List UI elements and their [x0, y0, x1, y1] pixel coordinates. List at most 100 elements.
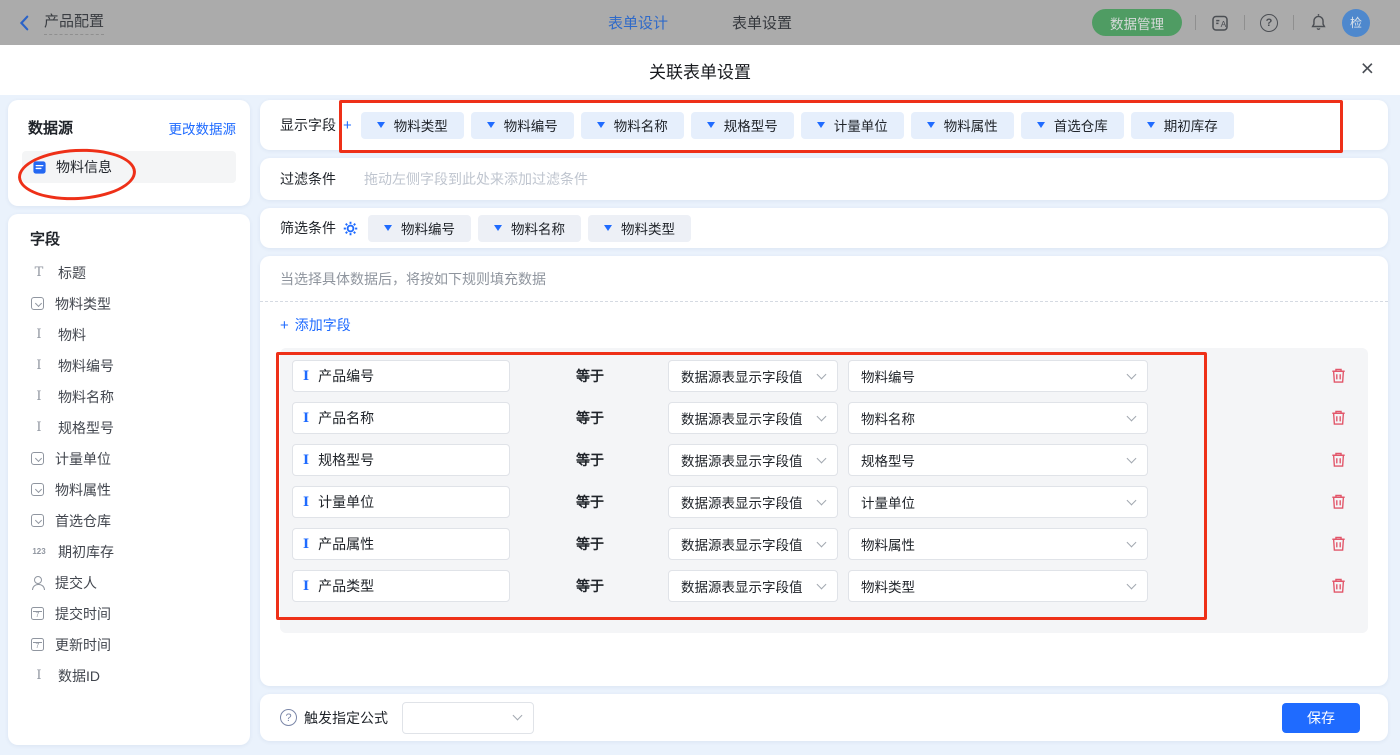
rule-row: 计量单位 等于 数据源表显示字段值 计量单位: [292, 486, 1356, 518]
field-item[interactable]: 数据ID: [8, 660, 250, 691]
field-item[interactable]: 更新时间: [8, 629, 250, 660]
dropdown-triangle-icon: [377, 122, 385, 128]
source-field-select[interactable]: 物料名称: [848, 402, 1148, 434]
field-item[interactable]: 物料属性: [8, 474, 250, 505]
display-field-chip[interactable]: 计量单位: [801, 112, 904, 139]
chevron-down-icon: [817, 537, 827, 547]
display-field-chip[interactable]: 物料名称: [581, 112, 684, 139]
select-icon: [31, 297, 44, 310]
source-field-value: 物料类型: [861, 576, 915, 596]
source-field-select[interactable]: 物料属性: [848, 528, 1148, 560]
trash-icon[interactable]: [1330, 493, 1348, 511]
trash-icon[interactable]: [1330, 451, 1348, 469]
chevron-down-icon: [1127, 453, 1137, 463]
trash-icon[interactable]: [1330, 367, 1348, 385]
close-icon[interactable]: ×: [1361, 57, 1374, 80]
screening-chip[interactable]: 物料类型: [588, 215, 691, 242]
source-type-select[interactable]: 数据源表显示字段值: [668, 444, 838, 476]
screening-chip[interactable]: 物料名称: [478, 215, 581, 242]
field-item[interactable]: 提交时间: [8, 598, 250, 629]
source-type-select[interactable]: 数据源表显示字段值: [668, 528, 838, 560]
display-fields-card: 显示字段 物料类型 物料编号 物料名称 规格型号 计量单位 物料属性: [260, 100, 1388, 150]
field-item[interactable]: 计量单位: [8, 443, 250, 474]
display-field-chip[interactable]: 规格型号: [691, 112, 794, 139]
field-item[interactable]: 提交人: [8, 567, 250, 598]
field-item[interactable]: 物料: [8, 319, 250, 350]
field-item[interactable]: 标题: [8, 257, 250, 288]
field-item-label: 物料编号: [58, 356, 114, 376]
display-field-chip[interactable]: 物料属性: [911, 112, 1014, 139]
display-field-chip[interactable]: 物料编号: [471, 112, 574, 139]
target-field-box[interactable]: 计量单位: [292, 486, 510, 518]
avatar[interactable]: 检: [1342, 9, 1370, 37]
field-item[interactable]: 规格型号: [8, 412, 250, 443]
formula-label: 触发指定公式: [304, 708, 388, 728]
screening-chip[interactable]: 物料编号: [368, 215, 471, 242]
select-icon: [31, 483, 44, 496]
chip-label: 期初库存: [1164, 115, 1218, 135]
target-field-box[interactable]: 产品名称: [292, 402, 510, 434]
settings-gear-icon[interactable]: [343, 221, 358, 236]
target-field-box[interactable]: 产品属性: [292, 528, 510, 560]
rule-row: 产品属性 等于 数据源表显示字段值 物料属性: [292, 528, 1356, 560]
page-title: 产品配置: [44, 10, 104, 35]
save-button[interactable]: 保存: [1282, 703, 1360, 733]
text-icon: [31, 668, 47, 683]
source-type-select[interactable]: 数据源表显示字段值: [668, 570, 838, 602]
dropdown-triangle-icon: [927, 122, 935, 128]
field-item[interactable]: 期初库存: [8, 536, 250, 567]
source-field-select[interactable]: 物料编号: [848, 360, 1148, 392]
target-field-box[interactable]: 产品类型: [292, 570, 510, 602]
source-type-select[interactable]: 数据源表显示字段值: [668, 360, 838, 392]
tab-form-settings[interactable]: 表单设置: [732, 12, 792, 33]
bell-icon[interactable]: [1307, 12, 1329, 34]
source-type-value: 数据源表显示字段值: [681, 450, 803, 470]
trash-icon[interactable]: [1330, 409, 1348, 427]
text-icon: [31, 389, 47, 404]
help-icon[interactable]: [1258, 12, 1280, 34]
source-field-select[interactable]: 规格型号: [848, 444, 1148, 476]
add-display-field-button[interactable]: [343, 117, 352, 134]
formula-help-icon[interactable]: [280, 709, 297, 726]
change-datasource-link[interactable]: 更改数据源: [169, 118, 237, 138]
trash-icon[interactable]: [1330, 535, 1348, 553]
display-field-chip[interactable]: 物料类型: [361, 112, 464, 139]
manual-icon[interactable]: A: [1209, 12, 1231, 34]
divider: [1293, 15, 1294, 30]
trash-icon[interactable]: [1330, 577, 1348, 595]
source-field-select[interactable]: 物料类型: [848, 570, 1148, 602]
chevron-down-icon: [513, 711, 523, 721]
fields-title: 字段: [8, 228, 250, 249]
data-manage-button[interactable]: 数据管理: [1092, 9, 1182, 36]
filter-dropzone[interactable]: 拖动左侧字段到此处来添加过滤条件: [364, 169, 1368, 189]
text-field-icon: [303, 453, 309, 468]
field-item[interactable]: 物料名称: [8, 381, 250, 412]
datasource-item[interactable]: 物料信息: [22, 151, 236, 183]
chevron-down-icon: [1127, 411, 1137, 421]
source-field-value: 规格型号: [861, 450, 915, 470]
chevron-down-icon: [817, 495, 827, 505]
field-item[interactable]: 物料编号: [8, 350, 250, 381]
source-type-value: 数据源表显示字段值: [681, 492, 803, 512]
display-field-chip[interactable]: 首选仓库: [1021, 112, 1124, 139]
filter-label: 过滤条件: [280, 169, 336, 189]
add-field-button[interactable]: 添加字段: [280, 315, 351, 335]
back-icon[interactable]: [16, 14, 34, 32]
field-item[interactable]: 物料类型: [8, 288, 250, 319]
text-field-icon: [303, 369, 309, 384]
target-field-box[interactable]: 规格型号: [292, 444, 510, 476]
source-type-value: 数据源表显示字段值: [681, 576, 803, 596]
display-field-chip[interactable]: 期初库存: [1131, 112, 1234, 139]
select-icon: [31, 452, 44, 465]
formula-select[interactable]: [402, 702, 534, 734]
source-field-select[interactable]: 计量单位: [848, 486, 1148, 518]
tab-form-design[interactable]: 表单设计: [608, 12, 668, 33]
dropdown-triangle-icon: [487, 122, 495, 128]
target-field-box[interactable]: 产品编号: [292, 360, 510, 392]
text-icon: [31, 420, 47, 435]
source-type-select[interactable]: 数据源表显示字段值: [668, 486, 838, 518]
topbar-left: 产品配置: [16, 10, 104, 35]
source-type-select[interactable]: 数据源表显示字段值: [668, 402, 838, 434]
operator-label: 等于: [576, 492, 616, 512]
field-item[interactable]: 首选仓库: [8, 505, 250, 536]
